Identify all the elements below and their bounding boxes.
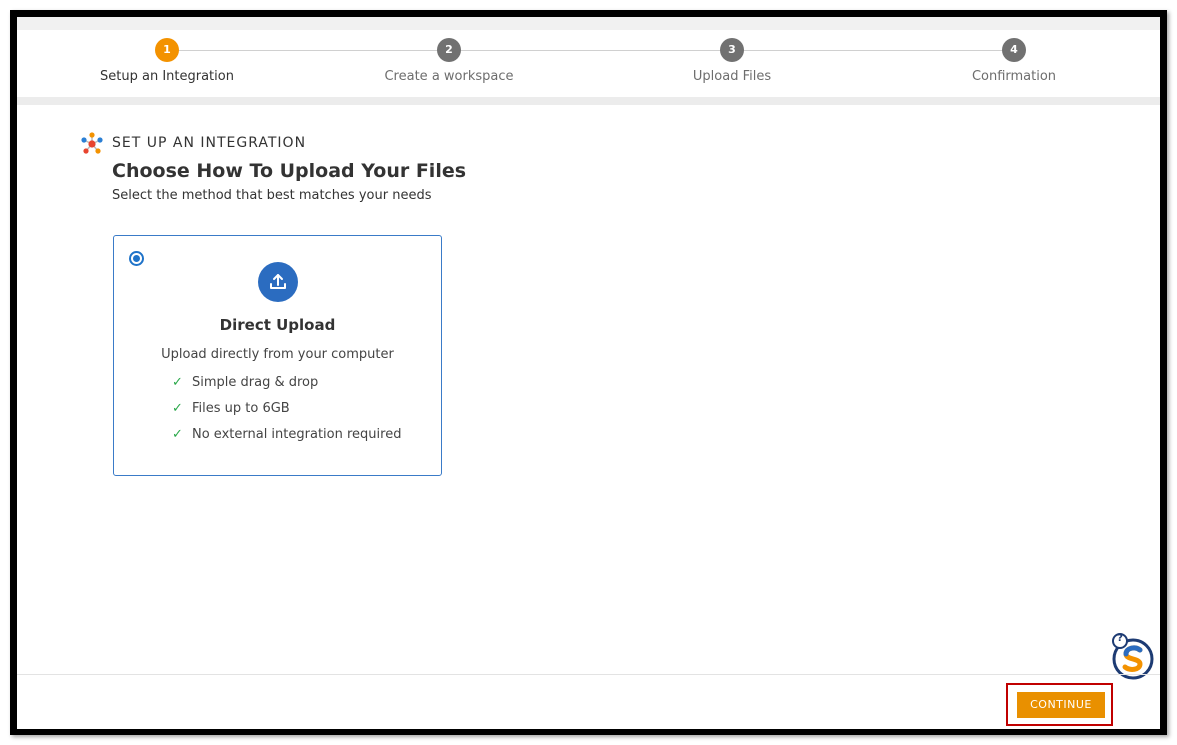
- step-2-number: 2: [437, 38, 461, 62]
- feature-item: ✓ Files up to 6GB: [172, 401, 290, 416]
- direct-upload-radio[interactable]: [129, 251, 144, 266]
- step-1-label: Setup an Integration: [100, 69, 234, 84]
- footer-divider: [17, 674, 1160, 675]
- feature-text: No external integration required: [192, 427, 402, 442]
- step-1-number: 1: [155, 38, 179, 62]
- integration-hub-icon: [81, 132, 103, 154]
- step-upload-files: 3 Upload Files: [632, 38, 832, 84]
- help-assistant-widget[interactable]: ?: [1111, 632, 1155, 680]
- app-window: 1 Setup an Integration 2 Create a worksp…: [17, 17, 1160, 729]
- step-2-label: Create a workspace: [384, 69, 514, 84]
- check-icon: ✓: [172, 375, 183, 390]
- top-strip: [17, 17, 1160, 30]
- feature-item: ✓ No external integration required: [172, 427, 401, 442]
- check-icon: ✓: [172, 427, 183, 442]
- step-4-label: Confirmation: [971, 69, 1057, 84]
- help-badge: ?: [1117, 633, 1123, 644]
- page-subtitle: Select the method that best matches your…: [112, 188, 432, 203]
- step-confirmation: 4 Confirmation: [914, 38, 1114, 84]
- feature-text: Files up to 6GB: [192, 401, 290, 416]
- step-3-number: 3: [720, 38, 744, 62]
- feature-text: Simple drag & drop: [192, 375, 319, 390]
- step-create-workspace: 2 Create a workspace: [349, 38, 549, 84]
- progress-stepper: 1 Setup an Integration 2 Create a worksp…: [17, 30, 1160, 97]
- check-icon: ✓: [172, 401, 183, 416]
- feature-item: ✓ Simple drag & drop: [172, 375, 318, 390]
- direct-upload-option-card[interactable]: Direct Upload Upload directly from your …: [113, 235, 442, 476]
- option-description: Upload directly from your computer: [161, 347, 394, 362]
- page-title: Choose How To Upload Your Files: [112, 160, 467, 182]
- continue-button[interactable]: CONTINUE: [1017, 692, 1105, 718]
- step-3-label: Upload Files: [692, 69, 772, 84]
- upload-icon: [258, 262, 298, 302]
- section-label: SET UP AN INTEGRATION: [112, 135, 307, 151]
- step-4-number: 4: [1002, 38, 1026, 62]
- header-divider: [17, 97, 1160, 105]
- step-setup-integration: 1 Setup an Integration: [67, 38, 267, 84]
- stepper-connector: [167, 50, 1016, 51]
- option-title: Direct Upload: [219, 316, 336, 334]
